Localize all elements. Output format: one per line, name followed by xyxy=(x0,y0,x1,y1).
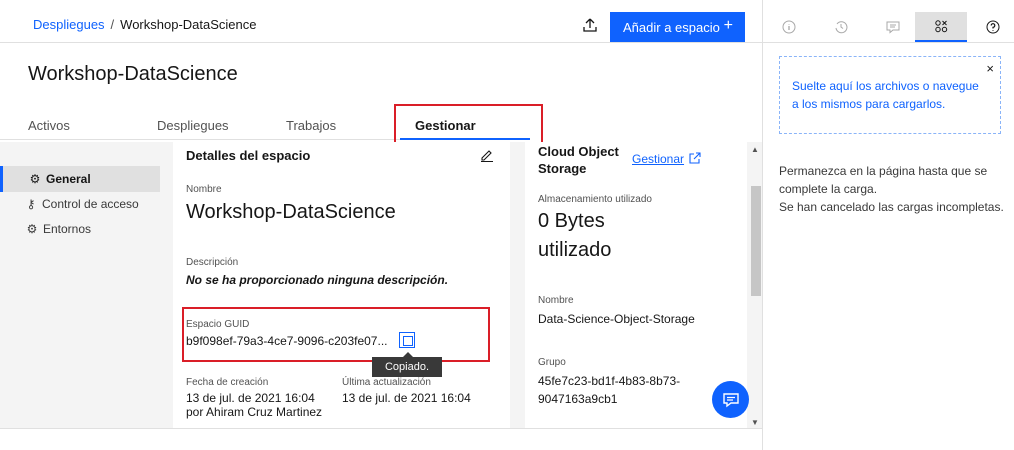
breadcrumb: Despliegues / Workshop-DataScience xyxy=(33,17,257,32)
space-name-value: Workshop-DataScience xyxy=(186,201,396,223)
chat-button[interactable] xyxy=(712,381,749,418)
details-heading: Detalles del espacio xyxy=(186,148,311,163)
breadcrumb-root-link[interactable]: Despliegues xyxy=(33,17,105,32)
updated-date: 13 de jul. de 2021 16:04 xyxy=(342,391,471,405)
description-label: Descripción xyxy=(186,257,239,268)
nav-item-environments[interactable]: ⚙ Entornos xyxy=(0,216,160,242)
storage-name-value: Data-Science-Object-Storage xyxy=(538,312,695,326)
breadcrumb-current: Workshop-DataScience xyxy=(120,17,257,32)
environment-icon: ⚙ xyxy=(26,222,38,236)
close-icon[interactable]: × xyxy=(986,61,994,76)
right-panel-tabs xyxy=(763,0,1014,43)
plus-icon: + xyxy=(723,17,733,34)
updated-label: Última actualización xyxy=(342,377,431,388)
nav-item-label: Control de acceso xyxy=(42,197,139,211)
storage-used-value-line1: 0 Bytes xyxy=(538,210,605,232)
created-label: Fecha de creación xyxy=(186,377,269,388)
storage-group-label: Grupo xyxy=(538,357,566,368)
nav-item-label: General xyxy=(46,172,91,186)
bottom-border xyxy=(0,428,762,450)
help-icon[interactable] xyxy=(967,12,1014,42)
breadcrumb-separator: / xyxy=(110,17,115,32)
nav-item-label: Entornos xyxy=(43,222,92,236)
comment-icon[interactable] xyxy=(867,12,919,42)
scrollbar-thumb[interactable] xyxy=(751,186,761,296)
scroll-up-arrow-icon[interactable]: ▲ xyxy=(751,145,759,154)
storage-used-label: Almacenamiento utilizado xyxy=(538,194,652,205)
description-value: No se ha proporcionado ninguna descripci… xyxy=(186,273,449,287)
add-to-space-button[interactable]: Añadir a espacio + xyxy=(610,12,745,42)
copied-tooltip: Copiado. xyxy=(372,352,442,377)
info-icon[interactable] xyxy=(763,12,815,42)
upload-icon[interactable] xyxy=(582,17,598,33)
upload-message-line2: Se han cancelado las cargas incompletas. xyxy=(779,200,1004,214)
add-to-space-label: Añadir a espacio xyxy=(623,19,720,35)
top-bar: Despliegues / Workshop-DataScience Añadir … xyxy=(0,0,762,43)
left-nav: ⚙ General ⚷ Control de acceso ⚙ Entornos xyxy=(0,142,160,450)
chat-icon xyxy=(722,392,739,407)
upload-message: Permanezca en la página hasta que se com… xyxy=(779,162,1004,216)
assets-icon[interactable] xyxy=(915,12,967,42)
gear-icon: ⚙ xyxy=(29,172,41,186)
tab-trabajos[interactable]: Trabajos xyxy=(272,112,400,140)
scroll-down-arrow-icon[interactable]: ▼ xyxy=(751,418,759,427)
history-icon[interactable] xyxy=(815,12,867,42)
tab-despliegues[interactable]: Despliegues xyxy=(146,112,272,140)
key-icon: ⚷ xyxy=(26,197,36,211)
storage-name-label: Nombre xyxy=(538,295,574,306)
page-title: Workshop-DataScience xyxy=(28,63,238,85)
name-label: Nombre xyxy=(186,184,222,195)
nav-item-access-control[interactable]: ⚷ Control de acceso xyxy=(0,191,160,217)
storage-group-value-line2: 9047163a9cb1 xyxy=(538,392,618,406)
storage-group-value-line1: 45fe7c23-bd1f-4b83-8b73- xyxy=(538,374,681,388)
edit-icon[interactable] xyxy=(480,148,494,162)
tab-bar: Activos Despliegues Trabajos Gestionar xyxy=(0,112,762,140)
created-date: 13 de jul. de 2021 16:04 xyxy=(186,391,315,405)
tab-activos[interactable]: Activos xyxy=(0,112,146,140)
upload-dropzone[interactable]: Suelte aquí los archivos o navegue a los… xyxy=(779,56,1001,134)
created-by: por Ahiram Cruz Martinez xyxy=(186,405,323,419)
manage-storage-link[interactable]: Gestionar xyxy=(632,152,684,166)
storage-heading-line2: Storage xyxy=(538,161,587,176)
storage-heading-line1: Cloud Object xyxy=(538,144,619,159)
storage-used-value-line2: utilizado xyxy=(538,239,612,261)
guid-highlight-box xyxy=(182,307,490,362)
dropzone-text[interactable]: Suelte aquí los archivos o navegue a los… xyxy=(792,77,982,113)
nav-item-general[interactable]: ⚙ General xyxy=(0,166,160,192)
external-link-icon[interactable] xyxy=(689,152,701,164)
upload-message-line1: Permanezca en la página hasta que se com… xyxy=(779,164,988,196)
right-panel: Suelte aquí los archivos o navegue a los… xyxy=(762,0,1014,450)
